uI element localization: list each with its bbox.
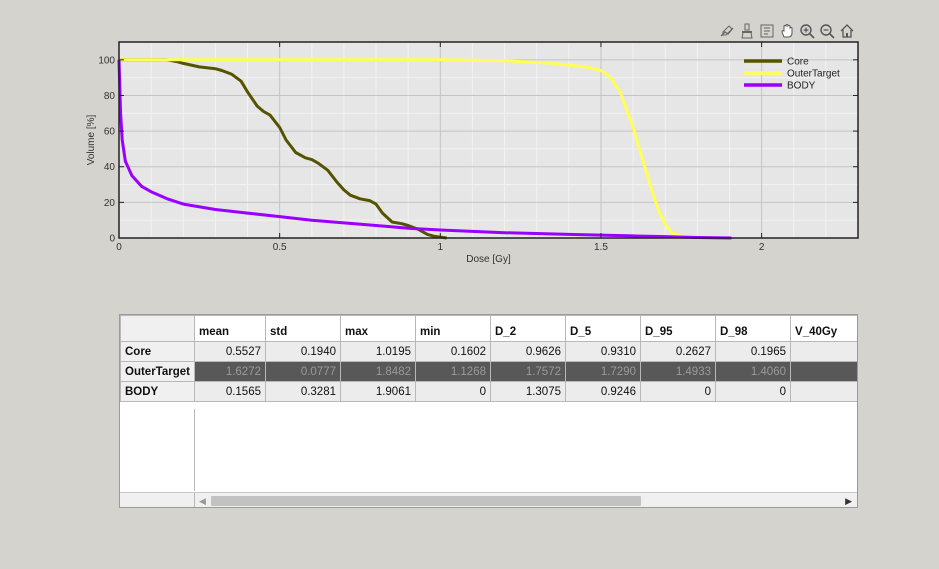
table-cell[interactable]: 1.4933: [640, 361, 716, 382]
table-cell[interactable]: 1.7572: [490, 361, 566, 382]
table-cell[interactable]: [790, 361, 857, 382]
table-row[interactable]: Core 0.5527 0.1940 1.0195 0.1602 0.9626 0.9310…: [120, 341, 857, 362]
table-cell[interactable]: 1.4060: [715, 361, 791, 382]
column-header[interactable]: D_98: [715, 315, 791, 342]
column-header[interactable]: max: [340, 315, 416, 342]
legend-label: BODY: [787, 81, 816, 92]
table-cell[interactable]: 0.9626: [490, 341, 566, 362]
y-tick-label: 60: [104, 127, 116, 138]
row-header-filler: [120, 409, 195, 491]
x-tick-label: 1.5: [594, 242, 608, 253]
scroll-track[interactable]: ◀ ▶: [195, 493, 857, 507]
row-header[interactable]: BODY: [120, 381, 195, 402]
y-tick-label: 20: [104, 198, 116, 209]
table-cell[interactable]: 0.9310: [565, 341, 641, 362]
y-tick-label: 80: [104, 91, 116, 102]
table-cell[interactable]: 0: [715, 381, 791, 402]
table-cell[interactable]: 0: [790, 341, 857, 362]
table-cell[interactable]: 1.7290: [565, 361, 641, 382]
table-cell[interactable]: 1.0195: [340, 341, 416, 362]
x-axis-label: Dose [Gy]: [466, 254, 511, 265]
column-header[interactable]: mean: [194, 315, 266, 342]
column-header[interactable]: D_95: [640, 315, 716, 342]
table-cell[interactable]: 0: [790, 381, 857, 402]
table-row[interactable]: BODY0.15650.32811.906101.30750.9246000: [120, 381, 857, 402]
column-header[interactable]: min: [415, 315, 491, 342]
x-tick-label: 1: [438, 242, 444, 253]
row-header[interactable]: Core: [120, 341, 195, 362]
table-cell[interactable]: 0: [640, 381, 716, 402]
table-cell[interactable]: 0: [415, 381, 491, 402]
y-tick-label: 100: [98, 55, 115, 66]
horizontal-scrollbar[interactable]: ◀ ▶: [120, 492, 857, 507]
table-cell[interactable]: 1.3075: [490, 381, 566, 402]
table-cell[interactable]: 0.1602: [415, 341, 491, 362]
y-axis-label: Volume [%]: [86, 114, 97, 165]
scroll-right-arrow-icon[interactable]: ▶: [845, 496, 852, 507]
table-cell[interactable]: 1.1268: [415, 361, 491, 382]
x-tick-label: 2: [759, 242, 765, 253]
dvh-chart: 0 0.5 1 1.5 2020406080100 Dose [Gy] Volume […: [86, 41, 859, 265]
column-header[interactable]: std: [265, 315, 341, 342]
table-cell[interactable]: 0.1965: [715, 341, 791, 362]
table-cell[interactable]: 0.9246: [565, 381, 641, 402]
row-header[interactable]: OuterTarget: [120, 361, 195, 382]
y-tick-label: 40: [104, 162, 116, 173]
table-cell[interactable]: 1.8482: [340, 361, 416, 382]
table-row[interactable]: OuterTarget 1.6272 0.0777 1.8482 1.1268 1.757…: [120, 361, 857, 382]
stats-table-panel: mean std max min D_2 D_5 D_95 D_98 V_40Gy Core 0.…: [119, 314, 858, 508]
table-cell[interactable]: 1.6272: [194, 361, 266, 382]
column-header[interactable]: V_40Gy: [790, 315, 857, 342]
scroll-corner: [120, 493, 195, 507]
x-tick-label: 0: [116, 242, 122, 253]
scroll-thumb[interactable]: [211, 496, 641, 506]
table-corner: [120, 315, 195, 342]
scroll-left-arrow-icon[interactable]: ◀: [199, 496, 206, 507]
x-tick-label: 0.5: [273, 242, 287, 253]
column-header[interactable]: D_5: [565, 315, 641, 342]
table-cell[interactable]: 0.2627: [640, 341, 716, 362]
legend-label: OuterTarget: [787, 69, 840, 80]
stats-table: mean std max min D_2 D_5 D_95 D_98 V_40Gy Core 0.…: [120, 315, 857, 402]
table-cell[interactable]: 1.9061: [340, 381, 416, 402]
legend-label: Core: [787, 57, 809, 68]
table-cell[interactable]: 0.5527: [194, 341, 266, 362]
table-cell[interactable]: 0.1565: [194, 381, 266, 402]
table-cell[interactable]: 0.3281: [265, 381, 341, 402]
y-tick-label: 0: [109, 234, 115, 245]
table-cell[interactable]: 0.0777: [265, 361, 341, 382]
table-cell[interactable]: 0.1940: [265, 341, 341, 362]
column-header[interactable]: D_2: [490, 315, 566, 342]
